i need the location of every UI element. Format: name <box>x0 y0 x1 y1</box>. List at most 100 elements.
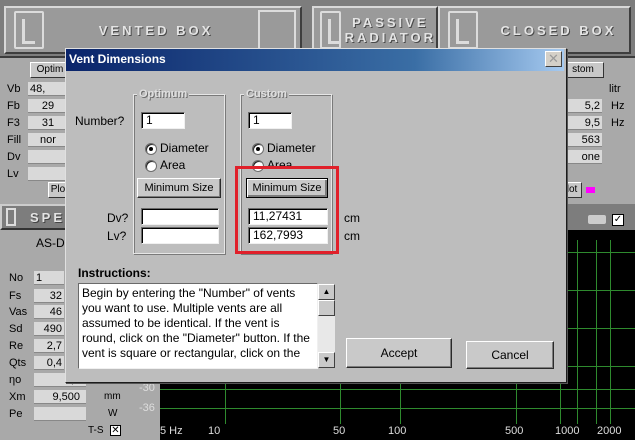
graph-x-tick: 5 Hz <box>160 425 183 437</box>
param-value-dv <box>28 150 66 164</box>
optimum-minimum-size-button[interactable]: Minimum Size <box>137 178 221 198</box>
tab-vented-box[interactable]: VENTED BOX <box>4 6 302 54</box>
optimum-diameter-label: Diameter <box>160 141 209 155</box>
param-value-lv <box>28 167 66 181</box>
cancel-button[interactable]: Cancel <box>466 341 554 369</box>
instructions-text: Begin by entering the "Number" of vents … <box>82 286 310 360</box>
close-icon[interactable]: ✕ <box>545 51 562 67</box>
passive-radiator-logo-icon <box>320 11 341 49</box>
unit-hz-fb: Hz <box>611 100 625 112</box>
magenta-swatch <box>586 187 595 193</box>
custom-lv-input[interactable]: 162,7993 <box>248 227 328 244</box>
optimum-group-label: Optimum <box>137 88 190 100</box>
param-label-f3: F3 <box>7 117 20 129</box>
optimum-dv-input[interactable] <box>141 208 219 225</box>
grid-line <box>225 380 226 424</box>
custom-value-fill: 563 <box>564 133 602 147</box>
param-label-vb: Vb <box>7 83 21 95</box>
custom-value-dv: one <box>564 150 602 164</box>
tab-closed-box[interactable]: CLOSED BOX <box>438 6 631 54</box>
vented-box-logo-icon <box>14 11 44 49</box>
ts-label-sd: Sd <box>9 323 23 335</box>
graph-y-tick: -36 <box>139 402 155 414</box>
graph-x-tick: 50 <box>333 425 346 437</box>
number-label: Number? <box>75 114 125 128</box>
param-value-fill: nor <box>28 133 66 147</box>
graph-y-tick: -30 <box>139 382 155 394</box>
grid-line <box>596 240 597 424</box>
custom-button-bg[interactable]: stom <box>562 62 604 78</box>
custom-value-fb: 5,2 <box>564 99 602 113</box>
ts-value-no: 1 <box>34 271 64 285</box>
custom-minimum-size-button[interactable]: Minimum Size <box>246 178 328 198</box>
instructions-label: Instructions: <box>78 266 151 280</box>
optimum-diameter-radio[interactable] <box>145 143 157 155</box>
ts-label-fs: Fs <box>9 290 22 302</box>
speaker-section-label: SPE <box>30 210 66 225</box>
driver-name: AS-D <box>36 236 65 250</box>
custom-dv-input[interactable]: 11,27431 <box>248 208 328 225</box>
grid-line <box>516 380 517 424</box>
instructions-scrollbar[interactable]: ▲ ▼ <box>318 284 335 368</box>
dv-label: Dv? <box>107 211 129 225</box>
ts-value-pe <box>34 407 86 421</box>
tab-passive-line2: RADIATOR <box>344 30 436 45</box>
param-label-fb: Fb <box>7 100 20 112</box>
graph-x-tick: 2000 <box>597 425 622 437</box>
unit-hz-f3: Hz <box>611 117 625 129</box>
lv-label: Lv? <box>107 229 127 243</box>
scroll-thumb[interactable] <box>318 300 335 316</box>
custom-number-input[interactable]: 1 <box>248 112 292 129</box>
scroll-down-icon[interactable]: ▼ <box>318 352 335 368</box>
optimum-lv-input[interactable] <box>141 227 219 244</box>
grid-line <box>566 252 635 253</box>
ts-footer-label: T-S <box>88 425 104 436</box>
grid-line <box>566 328 635 329</box>
tab-passive-line1: PASSIVE <box>352 15 429 30</box>
accept-button[interactable]: Accept <box>346 338 452 368</box>
graph-x-tick: 500 <box>505 425 524 437</box>
ts-label-re: Re <box>9 340 24 352</box>
ts-unit-xm: mm <box>104 391 121 402</box>
tab-passive-radiator[interactable]: PASSIVE RADIATOR <box>312 6 438 54</box>
custom-value-f3: 9,5 <box>564 116 602 130</box>
speaker-logo-icon <box>6 208 16 226</box>
custom-diameter-label: Diameter <box>267 141 316 155</box>
custom-diameter-radio[interactable] <box>252 143 264 155</box>
param-value-fb: 29 <box>28 99 66 113</box>
graph-tool-icon[interactable] <box>588 215 606 224</box>
ts-value-re: 2,7 <box>34 339 64 353</box>
graph-x-tick: 1000 <box>555 425 580 437</box>
ts-value-fs: 32 <box>34 289 64 303</box>
optimum-area-label: Area <box>160 158 186 172</box>
grid-line <box>610 240 611 424</box>
optimum-area-radio[interactable] <box>145 160 157 172</box>
unit-litr: litr <box>609 83 621 95</box>
param-value-vb: 48, <box>28 82 66 96</box>
lv-unit: cm <box>344 229 360 243</box>
optimum-button-bg[interactable]: Optim <box>30 62 70 78</box>
graph-x-tick: 100 <box>388 425 407 437</box>
grid-line <box>566 290 635 291</box>
ts-label-eta: ηo <box>9 374 22 386</box>
ts-label-pe: Pe <box>9 408 23 420</box>
grid-line <box>566 366 635 367</box>
vented-box-diagram-icon <box>258 10 296 50</box>
param-value-f3: 31 <box>28 116 66 130</box>
scroll-up-icon[interactable]: ▲ <box>318 284 335 300</box>
ts-close-checkbox[interactable]: ✕ <box>110 425 121 436</box>
grid-line <box>400 380 401 424</box>
optimum-number-input[interactable]: 1 <box>141 112 185 129</box>
tab-closed-box-label: CLOSED BOX <box>500 22 617 38</box>
ts-label-vas: Vas <box>9 306 28 318</box>
ts-label-xm: Xm <box>9 391 26 403</box>
grid-line <box>160 408 635 409</box>
param-label-fill: Fill <box>7 134 22 146</box>
graph-show-checkbox[interactable]: ✓ <box>612 214 624 226</box>
custom-group-label: Custom <box>244 88 289 100</box>
tab-vented-box-label: VENTED BOX <box>98 22 214 38</box>
ts-unit-pe: W <box>108 408 118 419</box>
graph-x-tick: 10 <box>208 425 221 437</box>
param-label-lv: Lv <box>7 168 19 180</box>
grid-line <box>340 380 341 424</box>
